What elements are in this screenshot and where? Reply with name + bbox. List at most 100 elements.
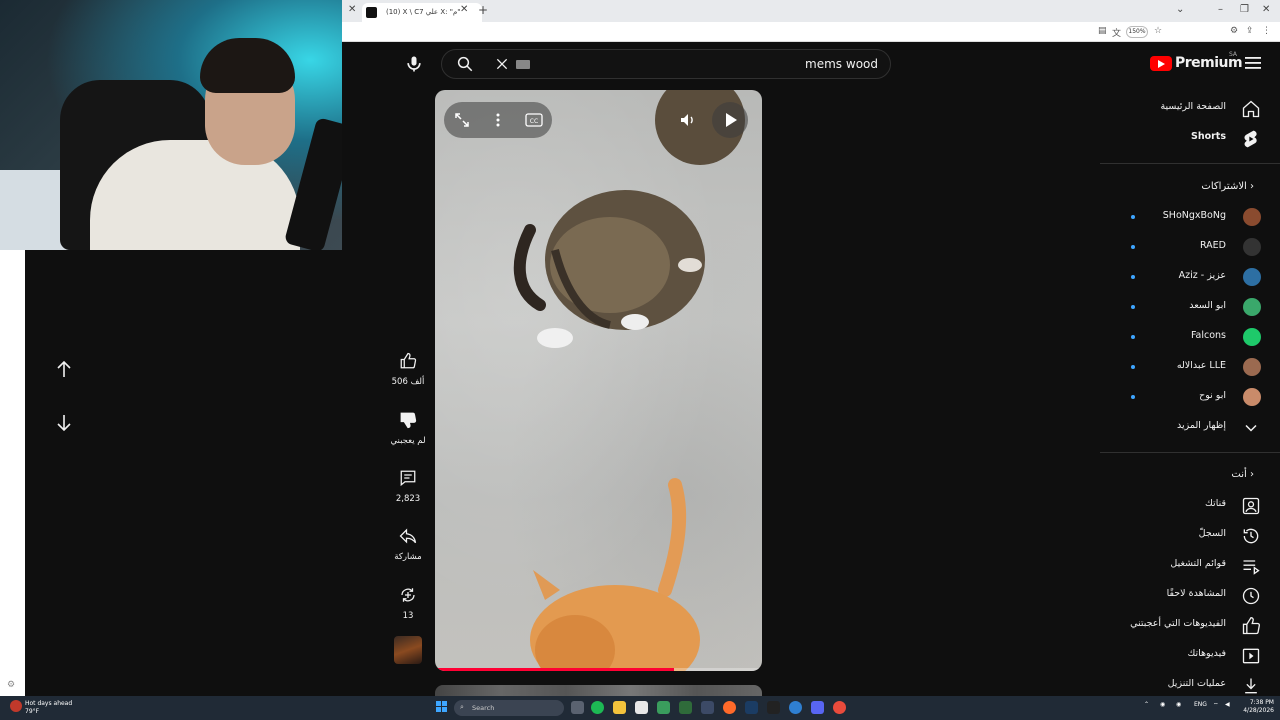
hamburger-menu-icon[interactable] — [1245, 56, 1261, 70]
subscription-label: RAED — [1199, 240, 1226, 251]
reader-icon[interactable]: ▤ — [1098, 26, 1107, 36]
search-input[interactable]: mems wood — [805, 57, 878, 71]
language-indicator[interactable]: ENG — [1194, 701, 1207, 708]
channel-icon — [1242, 497, 1260, 515]
watch-later-icon — [1242, 587, 1260, 605]
restore-icon[interactable]: ❐ — [1240, 4, 1249, 15]
zoom-badge[interactable]: 150% — [1126, 26, 1148, 38]
you-header[interactable]: أنت › — [1231, 469, 1262, 480]
sidebar-item-liked-videos[interactable]: الفيديوهات التي أعجبتني — [1100, 610, 1280, 640]
sidebar-item-watch-later[interactable]: المشاهدة لاحقًا — [1100, 580, 1280, 610]
sidebar-item-shorts[interactable]: Shorts — [1100, 123, 1280, 153]
search-box[interactable]: mems wood — [441, 49, 891, 79]
next-short-preview[interactable] — [435, 685, 762, 696]
close-tab-icon[interactable]: ✕ — [348, 4, 356, 15]
steam-icon[interactable] — [745, 701, 758, 714]
microphone-icon[interactable] — [404, 54, 424, 74]
next-short-button[interactable] — [54, 413, 74, 433]
new-content-dot — [1131, 245, 1135, 249]
taskbar-search[interactable]: ⌕ Search — [454, 700, 564, 716]
firefox-icon[interactable] — [723, 701, 736, 714]
remix-icon — [401, 588, 415, 602]
browser-app-icon[interactable] — [789, 701, 802, 714]
file-explorer-icon[interactable] — [613, 701, 626, 714]
search-icon[interactable] — [456, 55, 474, 73]
sidebar-subscription-item[interactable]: Falcons — [1100, 322, 1280, 352]
minimize-icon[interactable]: – — [1218, 4, 1223, 15]
translate-icon[interactable]: 文 — [1112, 26, 1121, 39]
sound-thumbnail[interactable] — [394, 636, 422, 664]
subscription-label: Falcons — [1190, 330, 1226, 341]
comments-button[interactable]: 2,823 — [388, 469, 428, 504]
x-favicon-icon — [366, 7, 377, 18]
play-icon[interactable] — [712, 102, 748, 138]
menu-dots-icon[interactable]: ⋮ — [1262, 26, 1271, 36]
sidebar-item-your-channel[interactable]: قناتك — [1100, 490, 1280, 520]
app-icon[interactable] — [701, 701, 714, 714]
sidebar-subscription-item[interactable]: Aziz - عزيز — [1100, 262, 1280, 292]
weather-widget[interactable]: Hot days ahead 79°F — [25, 700, 72, 716]
progress-bar[interactable] — [435, 668, 674, 671]
close-window-icon[interactable]: ✕ — [1262, 4, 1270, 15]
cats-video-frame — [513, 90, 745, 671]
share-button[interactable]: مشاركة — [388, 527, 428, 562]
svg-text:CC: CC — [530, 118, 538, 125]
new-content-dot — [1131, 215, 1135, 219]
extension-icon[interactable]: ⚙ — [1230, 26, 1238, 36]
tray-app-icon[interactable]: ◉ — [1176, 701, 1181, 708]
sidebar-subscription-item[interactable]: ابو السعد — [1100, 292, 1280, 322]
clear-search-icon[interactable] — [494, 56, 510, 72]
dislike-label: لم يعجبني — [390, 436, 426, 446]
capcut-icon[interactable] — [767, 701, 780, 714]
store-icon[interactable] — [635, 701, 648, 714]
keyboard-icon[interactable] — [516, 60, 530, 69]
captions-icon[interactable]: CC — [525, 112, 543, 128]
wifi-icon[interactable]: ⌔ — [1213, 701, 1219, 709]
channel-avatar — [1243, 268, 1261, 286]
sidebar-subscription-item[interactable]: ابو نوح — [1100, 382, 1280, 412]
remix-button[interactable]: 13 — [388, 586, 428, 621]
sidebar-item-home[interactable]: الصفحة الرئيسية — [1100, 93, 1280, 123]
show-more-button[interactable]: إظهار المزيد — [1100, 412, 1280, 442]
more-options-icon[interactable] — [490, 112, 506, 128]
sidebar-subscription-item[interactable]: SHoNgxBoNg — [1100, 202, 1280, 232]
dislike-button[interactable]: لم يعجبني — [388, 411, 428, 446]
close-tab-icon[interactable]: ✕ — [460, 4, 468, 15]
tab-title: (10) X \ C7 علي X: "م" — [386, 8, 461, 16]
previous-short-button[interactable] — [54, 359, 74, 379]
short-video-player[interactable]: CC — [435, 90, 762, 671]
volume-icon[interactable] — [679, 111, 697, 129]
sidebar-item-playlists[interactable]: قوائم التشغيل — [1100, 550, 1280, 580]
subscriptions-header[interactable]: الاشتراكات › — [1201, 181, 1262, 192]
side-panel-edge — [0, 250, 25, 696]
sidebar-item-your-videos[interactable]: فيديوهاتك — [1100, 640, 1280, 670]
chrome-icon[interactable] — [833, 701, 846, 714]
youtube-premium-logo[interactable]: Premium SA — [1150, 51, 1243, 74]
task-view-icon[interactable] — [571, 701, 584, 714]
subscription-label: ابو نوح — [1199, 390, 1226, 401]
discord-icon[interactable] — [811, 701, 824, 714]
webcam-overlay — [0, 0, 342, 250]
fullscreen-icon[interactable] — [454, 112, 470, 128]
clock[interactable]: 7:38 PM 4/28/2026 — [1240, 699, 1274, 715]
xbox-icon[interactable] — [657, 701, 670, 714]
sidebar-subscription-item[interactable]: عبدالاله LLE — [1100, 352, 1280, 382]
sidebar-item-history[interactable]: السجلّ — [1100, 520, 1280, 550]
tray-chevron-icon[interactable]: ⌃ — [1144, 701, 1149, 708]
volume-icon[interactable]: ◀ — [1225, 701, 1230, 708]
channel-avatar — [1243, 388, 1261, 406]
like-button[interactable]: 506 ألف — [388, 352, 428, 387]
your-videos-icon — [1242, 648, 1260, 664]
star-icon[interactable]: ☆ — [1154, 26, 1162, 36]
sidebar-subscription-item[interactable]: RAED — [1100, 232, 1280, 262]
spotify-icon[interactable] — [591, 701, 604, 714]
share-icon[interactable]: ⇪ — [1246, 26, 1254, 36]
new-tab-icon[interactable]: + — [478, 3, 488, 17]
settings-gear-icon[interactable]: ⚙ — [7, 680, 15, 690]
tray-app-icon[interactable]: ◉ — [1160, 701, 1165, 708]
windows-start-icon[interactable] — [436, 701, 448, 713]
channel-avatar — [1243, 208, 1261, 226]
windows-taskbar: Hot days ahead 79°F ⌕ Search ⌃ ◉ ◉ ENG ⌔… — [0, 696, 1280, 720]
chevron-down-icon[interactable]: ⌄ — [1176, 4, 1184, 15]
excel-icon[interactable] — [679, 701, 692, 714]
